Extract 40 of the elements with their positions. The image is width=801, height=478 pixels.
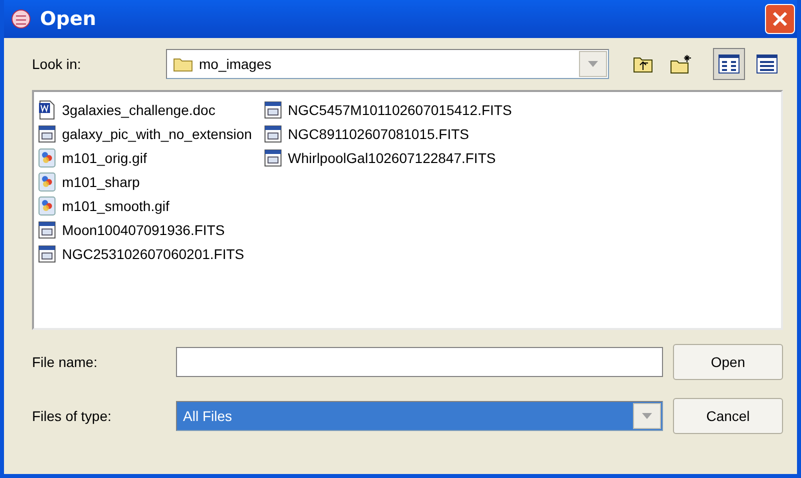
file-name-field[interactable] [176, 347, 663, 377]
document-icon [38, 100, 56, 120]
list-view-icon [718, 54, 740, 74]
file-type-label: Files of type: [32, 408, 112, 424]
file-item[interactable]: m101_orig.gif [62, 150, 147, 166]
image-file-icon [38, 196, 56, 216]
file-item[interactable]: WhirlpoolGal102607122847.FITS [288, 150, 496, 166]
file-type-dropdown[interactable]: All Files [176, 401, 663, 431]
close-icon [772, 11, 788, 27]
folder-up-icon [633, 55, 653, 73]
file-icon [264, 101, 282, 119]
look-in-dropdown[interactable]: mo_images [166, 49, 609, 79]
caret-icon [588, 61, 598, 67]
file-item[interactable]: m101_sharp [62, 174, 140, 190]
file-icon [38, 125, 56, 143]
file-name-label: File name: [32, 354, 98, 370]
file-item[interactable]: NGC5457M101102607015412.FITS [288, 102, 512, 118]
file-icon [264, 125, 282, 143]
toolbar-button[interactable] [713, 48, 745, 80]
look-in-label: Look in: [32, 56, 82, 72]
new-folder-icon [670, 54, 692, 74]
file-item[interactable]: NGC891102607081015.FITS [288, 126, 470, 142]
app-icon [10, 8, 32, 30]
close-button[interactable] [765, 4, 795, 34]
file-item[interactable]: galaxy_pic_with_no_extension [62, 126, 252, 142]
file-item[interactable]: m101_smooth.gif [62, 198, 170, 214]
image-file-icon [38, 148, 56, 168]
file-icon [38, 245, 56, 263]
cancel-button[interactable]: Cancel [673, 398, 783, 434]
details-view-icon [756, 54, 778, 74]
folder-icon [173, 56, 193, 72]
file-item[interactable]: Moon100407091936.FITS [62, 222, 225, 238]
file-item[interactable]: 3galaxies_challenge.doc [62, 102, 216, 118]
caret-icon [642, 413, 652, 419]
open-button[interactable]: Open [673, 344, 783, 380]
file-icon [38, 221, 56, 239]
image-file-icon [38, 172, 56, 192]
file-item[interactable]: NGC253102607060201.FITS [62, 246, 244, 262]
file-icon [264, 149, 282, 167]
window-title: Open [40, 8, 98, 30]
